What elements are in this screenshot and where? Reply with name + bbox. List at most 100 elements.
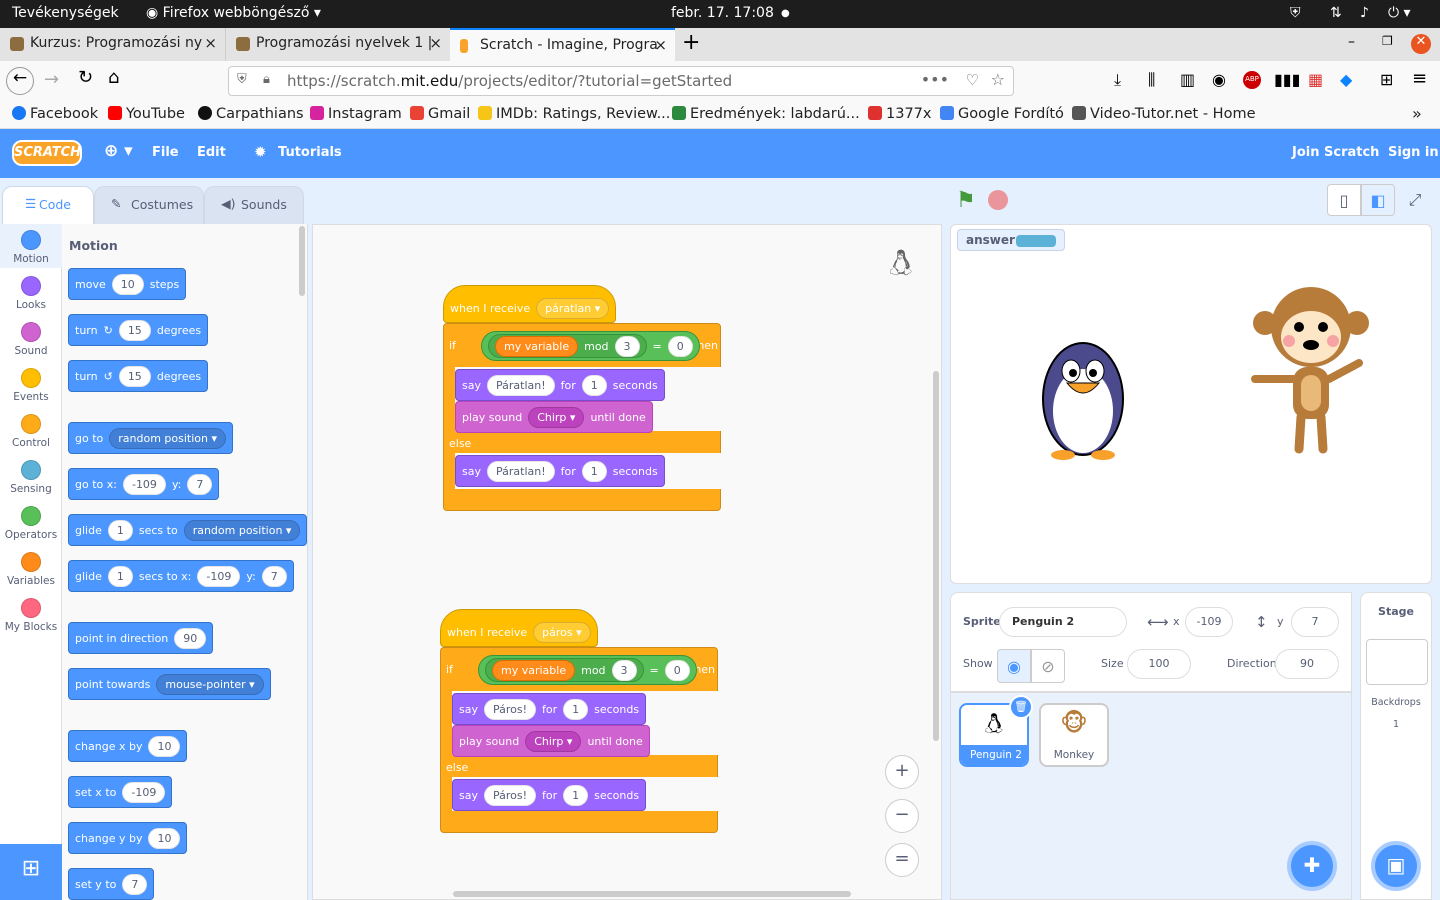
maximize-icon[interactable]: ❐ (1382, 34, 1393, 48)
bookmark-instagram[interactable]: Instagram (310, 106, 402, 122)
sound-dropdown[interactable]: Chirp ▾ (525, 730, 582, 752)
category-operators[interactable]: Operators (0, 506, 62, 541)
file-menu[interactable]: File (152, 145, 179, 160)
block-input[interactable]: 1 (581, 460, 607, 482)
zoom-out-button[interactable]: − (885, 799, 919, 833)
hamburger-menu-icon[interactable]: ≡ (1412, 68, 1427, 89)
block-input[interactable]: 7 (261, 565, 287, 587)
forward-icon[interactable]: → (44, 69, 59, 90)
bookmark-star-icon[interactable]: ☆ (991, 70, 1005, 89)
turn-left-block[interactable]: turn ↺ 15 degrees (68, 360, 209, 392)
block-dropdown[interactable]: random position ▾ (183, 519, 301, 541)
bookmark-eredmenyek[interactable]: Eredmények: labdarú... (672, 106, 860, 122)
y-field[interactable]: 7 (1291, 607, 1339, 637)
add-extension-button[interactable]: ⊞ (0, 844, 62, 900)
my-variable-reporter[interactable]: my variable (492, 659, 576, 681)
sound-dropdown[interactable]: Chirp ▾ (528, 406, 585, 428)
close-window-icon[interactable]: ✕ (1411, 34, 1431, 54)
tab-costumes[interactable]: ✎ Costumes (94, 186, 204, 224)
mod-operator-block[interactable]: my variable mod 3 (488, 334, 647, 358)
activities-button[interactable]: Tevékenységek (12, 5, 119, 21)
bookmark-carpathians[interactable]: Carpathians (198, 106, 304, 122)
say-for-block[interactable]: say Páratlan! for 1 seconds (455, 455, 665, 487)
mod-operator-block[interactable]: my variable mod 3 (485, 658, 644, 682)
block-input[interactable]: 0 (667, 335, 693, 357)
block-input[interactable]: 1 (107, 565, 133, 587)
network-icon[interactable]: ⇅ (1330, 5, 1342, 21)
monkey-sprite[interactable] (1241, 279, 1371, 455)
more-bookmarks-icon[interactable]: » (1412, 104, 1422, 123)
block-input[interactable]: 1 (563, 784, 589, 806)
zoom-reset-button[interactable]: = (885, 843, 919, 877)
block-input[interactable]: 10 (148, 735, 181, 757)
block-input[interactable]: 3 (614, 335, 640, 357)
block-input[interactable]: Páros! (483, 698, 537, 720)
block-input[interactable]: Páros! (483, 784, 537, 806)
block-input[interactable]: 10 (111, 273, 144, 295)
extension-bars-icon[interactable]: ▮▮▮ (1274, 70, 1300, 89)
close-tab-icon[interactable]: × (654, 36, 667, 54)
minimize-icon[interactable]: – (1348, 34, 1355, 50)
power-icon[interactable]: ⏻ ▾ (1388, 5, 1411, 21)
my-variable-reporter[interactable]: my variable (495, 335, 579, 357)
move-steps-block[interactable]: move 10 steps (68, 268, 187, 300)
join-scratch-link[interactable]: Join Scratch (1292, 145, 1379, 160)
small-stage-button[interactable]: ▯ (1327, 184, 1361, 216)
extension-badge-icon[interactable]: ◆ (1340, 70, 1352, 89)
show-visible-button[interactable]: ◉ (997, 649, 1031, 683)
block-input[interactable]: 15 (118, 319, 151, 341)
say-for-block[interactable]: say Páros! for 1 seconds (452, 693, 647, 725)
equals-operator-block[interactable]: my variable mod 3 = 0 (481, 331, 700, 361)
block-input[interactable]: Páratlan! (486, 374, 555, 396)
close-tab-icon[interactable]: × (429, 34, 442, 52)
sprite-tile-monkey[interactable]: 🐵︎ Monkey (1039, 703, 1109, 767)
bookmark-video-tutor[interactable]: Video-Tutor.net - Home (1072, 106, 1256, 122)
bookmark-youtube[interactable]: YouTube (108, 106, 185, 122)
when-i-receive-block[interactable]: when I receive páratlan ▾ (443, 285, 617, 323)
change-x-block[interactable]: change x by 10 (68, 730, 188, 762)
lock-icon[interactable]: 🔒︎ (263, 72, 270, 87)
page-actions-icon[interactable]: ••• (921, 70, 949, 89)
category-events[interactable]: Events (0, 368, 62, 403)
stop-icon[interactable] (988, 190, 1008, 210)
show-hidden-button[interactable]: ⊘ (1031, 649, 1065, 683)
when-i-receive-block[interactable]: when I receive páros ▾ (440, 609, 598, 647)
category-control[interactable]: Control (0, 414, 62, 449)
block-input[interactable]: 1 (563, 698, 589, 720)
downloads-icon[interactable]: ⤓ (1114, 70, 1121, 90)
pocket-icon[interactable]: ♡ (966, 71, 979, 89)
tracking-shield-icon[interactable]: ⛨ (237, 72, 247, 87)
bookmark-1377x[interactable]: 1377x (868, 106, 931, 122)
stage-selector-panel[interactable]: Stage Backdrops 1 ▣ (1360, 592, 1432, 900)
block-input[interactable]: -109 (197, 565, 241, 587)
answer-monitor[interactable]: answer (957, 229, 1065, 251)
sprite-name-field[interactable]: Penguin 2 (999, 607, 1127, 637)
category-sound[interactable]: Sound (0, 322, 62, 357)
direction-field[interactable]: 90 (1275, 649, 1339, 679)
tutorials-button[interactable]: Tutorials (278, 145, 342, 160)
set-x-block[interactable]: set x to -109 (68, 776, 173, 808)
url-bar[interactable]: ⛨ 🔒︎ https://scratch.mit.edu/projects/ed… (228, 66, 1014, 96)
clock[interactable]: febr. 17. 17:08 (671, 5, 774, 21)
block-input[interactable]: 1 (581, 374, 607, 396)
block-input[interactable]: Páratlan! (486, 460, 555, 482)
bookmark-facebook[interactable]: Facebook (12, 106, 98, 122)
stage[interactable]: answer (950, 224, 1432, 584)
zoom-in-button[interactable]: + (885, 755, 919, 789)
x-field[interactable]: -109 (1185, 607, 1233, 637)
palette-scrollbar[interactable] (299, 226, 305, 296)
tab-sounds[interactable]: ◀) Sounds (204, 186, 304, 224)
library-icon[interactable]: ⫼ (1148, 70, 1155, 90)
home-icon[interactable]: ⌂ (108, 67, 119, 88)
message-dropdown[interactable]: páros ▾ (533, 621, 591, 643)
script-area[interactable]: 🐧︎ when I receive páratlan ▾ if else then… (312, 224, 942, 900)
category-looks[interactable]: Looks (0, 276, 62, 311)
back-icon[interactable]: ← (6, 67, 34, 95)
tab-code[interactable]: ☰ Code (2, 186, 94, 224)
close-tab-icon[interactable]: × (204, 34, 217, 52)
size-field[interactable]: 100 (1127, 649, 1191, 679)
block-input[interactable]: -109 (122, 473, 166, 495)
sign-in-link[interactable]: Sign in (1388, 145, 1439, 160)
green-flag-icon[interactable]: ⚑ (956, 188, 976, 213)
choose-sprite-button[interactable]: ✚ (1287, 841, 1337, 891)
